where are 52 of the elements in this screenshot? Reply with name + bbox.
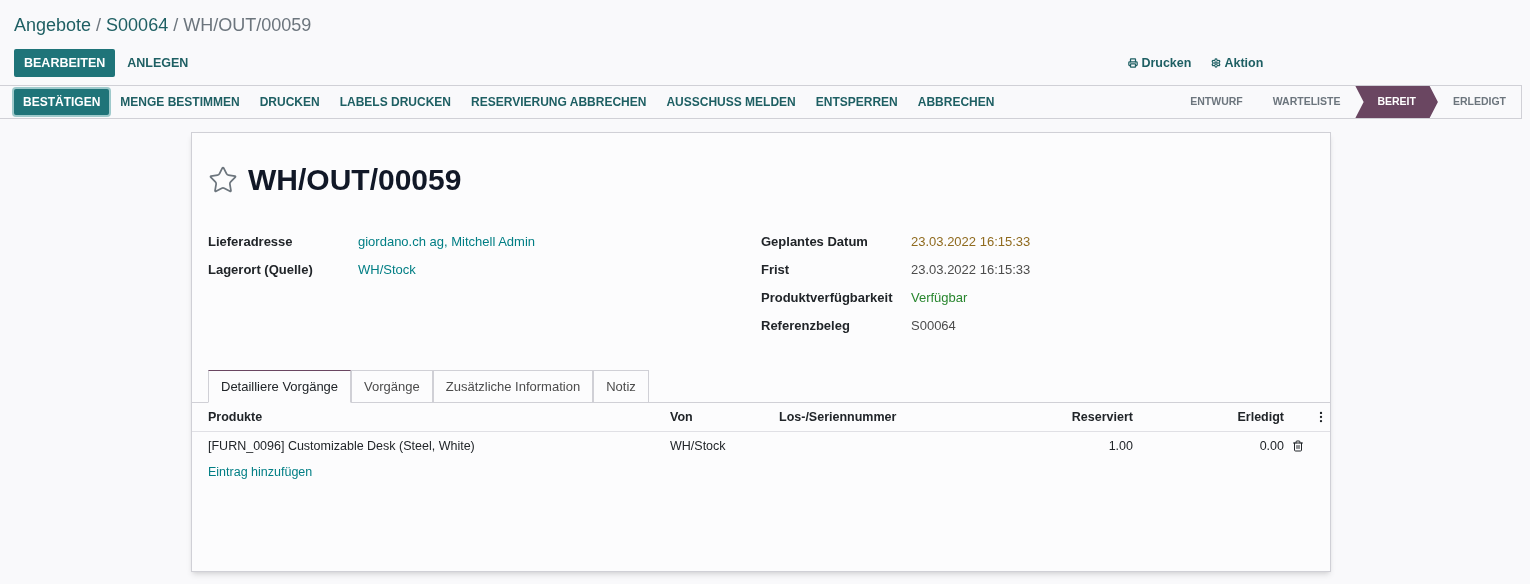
field-label: Frist <box>761 261 791 280</box>
settings-icon <box>1211 58 1222 68</box>
tab[interactable]: Zusätzliche Information <box>432 370 594 403</box>
tab[interactable]: Detailliere Vorgänge <box>208 370 352 403</box>
status-stage[interactable]: BEREIT <box>1355 86 1438 118</box>
header-button[interactable]: MENGE BESTIMMEN <box>111 89 249 115</box>
favorite-star-icon[interactable] <box>208 164 238 195</box>
create-button[interactable]: ANLEGEN <box>117 49 199 77</box>
column-header[interactable]: Von <box>670 407 779 427</box>
field-value: Verfügbar <box>911 289 968 308</box>
table-cell-text: WH/Stock <box>670 437 727 455</box>
table-cell-text: 1.00 <box>1107 437 1133 455</box>
field-label: Lieferadresse <box>208 233 294 252</box>
header-button[interactable]: RESERVIERUNG ABBRECHEN <box>462 89 656 115</box>
field-value: 23.03.2022 16:15:33 <box>911 261 1031 280</box>
column-header[interactable]: Reserviert <box>1039 407 1133 427</box>
breadcrumb-text: / <box>96 14 102 37</box>
add-line-link[interactable]: Eintrag hinzufügen <box>208 462 313 482</box>
printer-icon <box>1128 58 1139 68</box>
field-value[interactable]: WH/Stock <box>358 260 416 280</box>
status-stage[interactable]: ENTWURF <box>1175 86 1258 118</box>
breadcrumb-text: WH/OUT/00059 <box>183 14 312 37</box>
field-label: Produktverfügbarkeit <box>761 289 894 308</box>
breadcrumb-link[interactable]: S00064 <box>106 12 169 39</box>
status-stage[interactable]: ERLEDIGT <box>1437 86 1521 118</box>
field-value: S00064 <box>911 317 956 336</box>
breadcrumb-text: / <box>173 14 179 37</box>
tab[interactable]: Vorgänge <box>351 370 433 403</box>
field-label: Geplantes Datum <box>761 233 869 252</box>
breadcrumb-link[interactable]: Angebote <box>14 12 92 39</box>
field-label: Lagerort (Quelle) <box>208 261 314 280</box>
header-button[interactable]: AUSSCHUSS MELDEN <box>657 89 805 115</box>
header-button[interactable]: ABBRECHEN <box>908 89 1004 115</box>
column-header[interactable]: Produkte <box>208 407 670 427</box>
column-header[interactable]: Erledigt <box>1133 407 1284 427</box>
table-cell-text: [FURN_0096] Customizable Desk (Steel, White) <box>208 437 476 455</box>
status-stage[interactable]: WARTELISTE <box>1257 86 1356 118</box>
header-button[interactable]: LABELS DRUCKEN <box>330 89 461 115</box>
header-button[interactable]: BESTÄTIGEN <box>14 89 110 115</box>
column-header[interactable]: Los-/Seriennummer <box>779 407 1039 427</box>
field-label: Referenzbeleg <box>761 317 851 336</box>
header-button[interactable]: ENTSPERREN <box>806 89 907 115</box>
tab[interactable]: Notiz <box>593 370 649 403</box>
action-menu[interactable]: Drucken <box>1128 53 1192 73</box>
record-title: WH/OUT/00059 <box>248 162 462 198</box>
field-value[interactable]: giordano.ch ag, Mitchell Admin <box>358 232 536 252</box>
table-cell-text: 0.00 <box>1258 437 1284 455</box>
field-value: 23.03.2022 16:15:33 <box>911 233 1031 252</box>
header-button[interactable]: DRUCKEN <box>250 89 329 115</box>
edit-button[interactable]: BEARBEITEN <box>14 49 116 77</box>
delete-icon[interactable] <box>1292 440 1304 452</box>
action-menu[interactable]: Aktion <box>1211 53 1264 73</box>
